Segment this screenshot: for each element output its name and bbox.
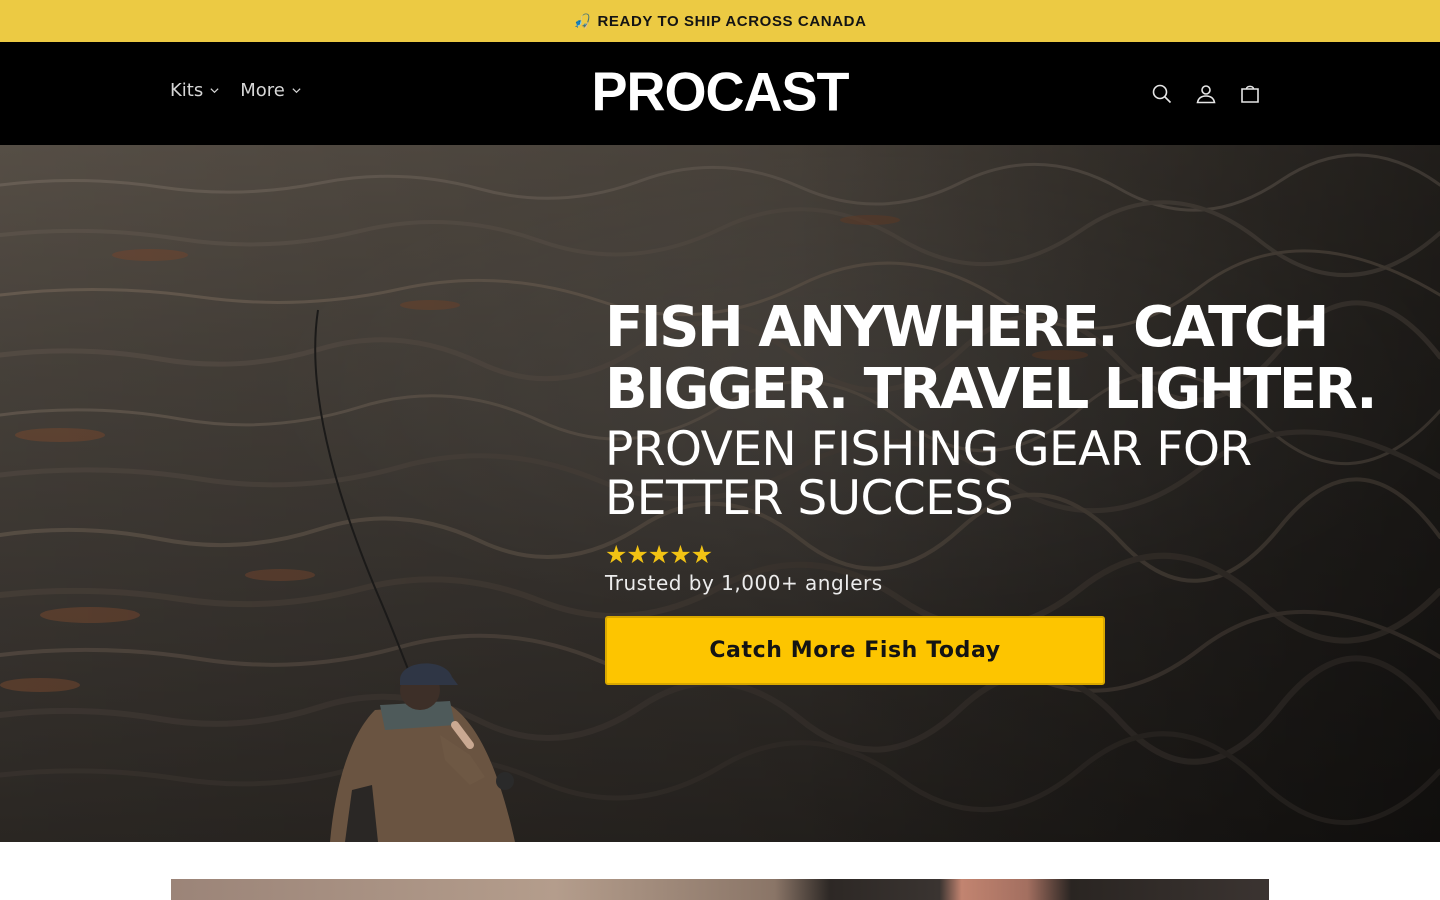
nav-item-label: Kits — [170, 80, 204, 101]
fishing-rod-icon: 🎣 — [573, 12, 592, 29]
cart-icon[interactable] — [1238, 82, 1262, 106]
announcement-bar: 🎣 READY TO SHIP ACROSS CANADA — [0, 0, 1440, 42]
account-icon[interactable] — [1194, 82, 1218, 106]
trust-text: Trusted by 1,000+ anglers — [605, 571, 883, 595]
nav-item-more[interactable]: More — [240, 80, 302, 101]
search-icon[interactable] — [1150, 82, 1174, 106]
chevron-down-icon — [292, 88, 301, 94]
logo-wordmark: PROCAST — [591, 61, 850, 123]
subheadline-line-1: PROVEN FISHING GEAR FOR — [605, 422, 1252, 477]
announcement-text: READY TO SHIP ACROSS CANADA — [597, 12, 867, 30]
hero-headline: FISH ANYWHERE. CATCH BIGGER. TRAVEL LIGH… — [605, 295, 1378, 421]
chevron-down-icon — [210, 88, 219, 94]
hero-subheadline: PROVEN FISHING GEAR FOR BETTER SUCCESS — [605, 425, 1325, 523]
headline-line-2: BIGGER. TRAVEL LIGHTER. — [605, 357, 1378, 422]
logo[interactable]: PROCAST — [592, 64, 850, 120]
next-section-image — [171, 879, 1269, 900]
site-header: Kits More PROCAST — [0, 42, 1440, 145]
main-nav: Kits More — [170, 80, 302, 101]
hero-content: FISH ANYWHERE. CATCH BIGGER. TRAVEL LIGH… — [605, 295, 1378, 596]
header-icons — [1150, 82, 1262, 106]
nav-item-kits[interactable]: Kits — [170, 80, 220, 101]
headline-line-1: FISH ANYWHERE. CATCH — [605, 295, 1329, 360]
hero-banner: FISH ANYWHERE. CATCH BIGGER. TRAVEL LIGH… — [0, 145, 1440, 842]
subheadline-line-2: BETTER SUCCESS — [605, 471, 1014, 526]
cta-button[interactable]: Catch More Fish Today — [605, 616, 1105, 685]
nav-item-label: More — [240, 80, 285, 101]
star-rating: ★★★★★ — [605, 540, 713, 569]
